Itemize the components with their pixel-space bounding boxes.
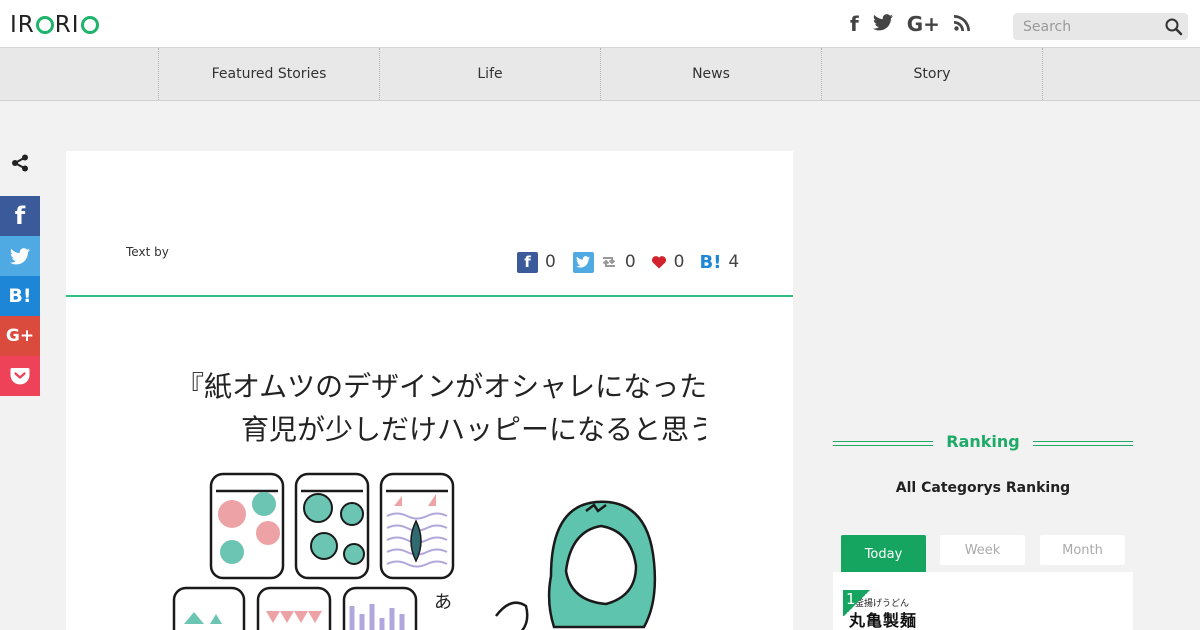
share-google-plus-button[interactable]: G+ (0, 316, 40, 356)
hatena-count: 4 (728, 252, 740, 272)
diaper-jar (172, 586, 246, 630)
hatena-bookmark-icon: B! (8, 285, 32, 307)
twitter-icon (10, 247, 30, 264)
site-logo[interactable]: IR RI (10, 12, 100, 38)
facebook-count: 0 (545, 252, 556, 272)
diaper-jar (379, 472, 455, 580)
ranking-title-rule (1033, 441, 1133, 446)
search-box (1013, 13, 1188, 40)
ranking-title-rule (833, 441, 933, 446)
twitter-icon[interactable] (872, 12, 893, 36)
facebook-icon[interactable]: f (850, 12, 859, 36)
ranking-title: Ranking (946, 432, 1020, 451)
rss-icon[interactable] (953, 12, 970, 36)
pocket-icon (10, 368, 30, 385)
heart-icon[interactable] (651, 255, 667, 269)
diaper-jar (342, 586, 418, 630)
ranking-list: 釜揚げうどん 丸亀製麺 1 (833, 572, 1133, 630)
woman-illustration (495, 500, 657, 630)
main-nav: Featured Stories Life News Story (0, 48, 1200, 101)
site-header: IR RI f G+ (0, 0, 1200, 48)
tab-week[interactable]: Week (940, 535, 1025, 565)
nav-divider (1042, 48, 1043, 100)
google-plus-icon: G+ (5, 326, 35, 346)
author-line: Text by (126, 245, 169, 259)
tab-month[interactable]: Month (1040, 535, 1125, 565)
share-counts: f 0 0 0 B! 4 (517, 251, 739, 273)
ranking-subtitle: All Categorys Ranking (895, 480, 1071, 496)
ranking-header: Ranking (833, 432, 1133, 456)
diaper-jar (209, 472, 285, 580)
facebook-icon: f (14, 202, 26, 230)
illustration-caption-line1: 『紙オムツのデザインがオシャレになったら (176, 370, 706, 403)
hatena-bookmark-icon[interactable]: B! (699, 252, 721, 273)
illustration-caption-line2: 育児が少しだけハッピーになると思う』 (241, 413, 706, 446)
search-input[interactable] (1013, 13, 1163, 40)
nav-item-life[interactable]: Life (379, 48, 600, 100)
diaper-design-illustration: 『紙オムツのデザインがオシャレになったら 育児が少しだけハッピーになると思う』 (172, 370, 706, 630)
ranking-item[interactable]: 釜揚げうどん 丸亀製麺 1 (843, 590, 943, 630)
diaper-jar (294, 472, 370, 580)
header-social-links: f G+ (850, 12, 970, 36)
retweet-count: 0 (624, 252, 636, 272)
share-icon[interactable] (10, 153, 30, 173)
tab-today[interactable]: Today (841, 535, 926, 573)
search-icon[interactable] (1164, 17, 1184, 37)
diaper-jar (256, 586, 332, 630)
share-twitter-button[interactable] (0, 236, 40, 276)
article-divider (66, 295, 793, 297)
facebook-icon[interactable]: f (517, 251, 538, 273)
svg-text:あ: あ (434, 592, 452, 613)
nav-item-featured-stories[interactable]: Featured Stories (158, 48, 379, 100)
retweet-icon[interactable] (600, 255, 618, 269)
share-pocket-button[interactable] (0, 356, 40, 396)
share-hatena-button[interactable]: B! (0, 276, 40, 316)
ranking-number-badge: 1 (843, 590, 871, 616)
nav-item-story[interactable]: Story (821, 48, 1042, 100)
google-plus-icon[interactable]: G+ (907, 12, 940, 36)
nav-item-news[interactable]: News (600, 48, 821, 100)
twitter-icon[interactable] (572, 251, 594, 273)
like-count: 0 (673, 252, 685, 272)
article-card: Text by f 0 0 0 B! 4 『紙オムツのデザインがオシャレになった… (66, 151, 793, 630)
share-facebook-button[interactable]: f (0, 196, 40, 236)
